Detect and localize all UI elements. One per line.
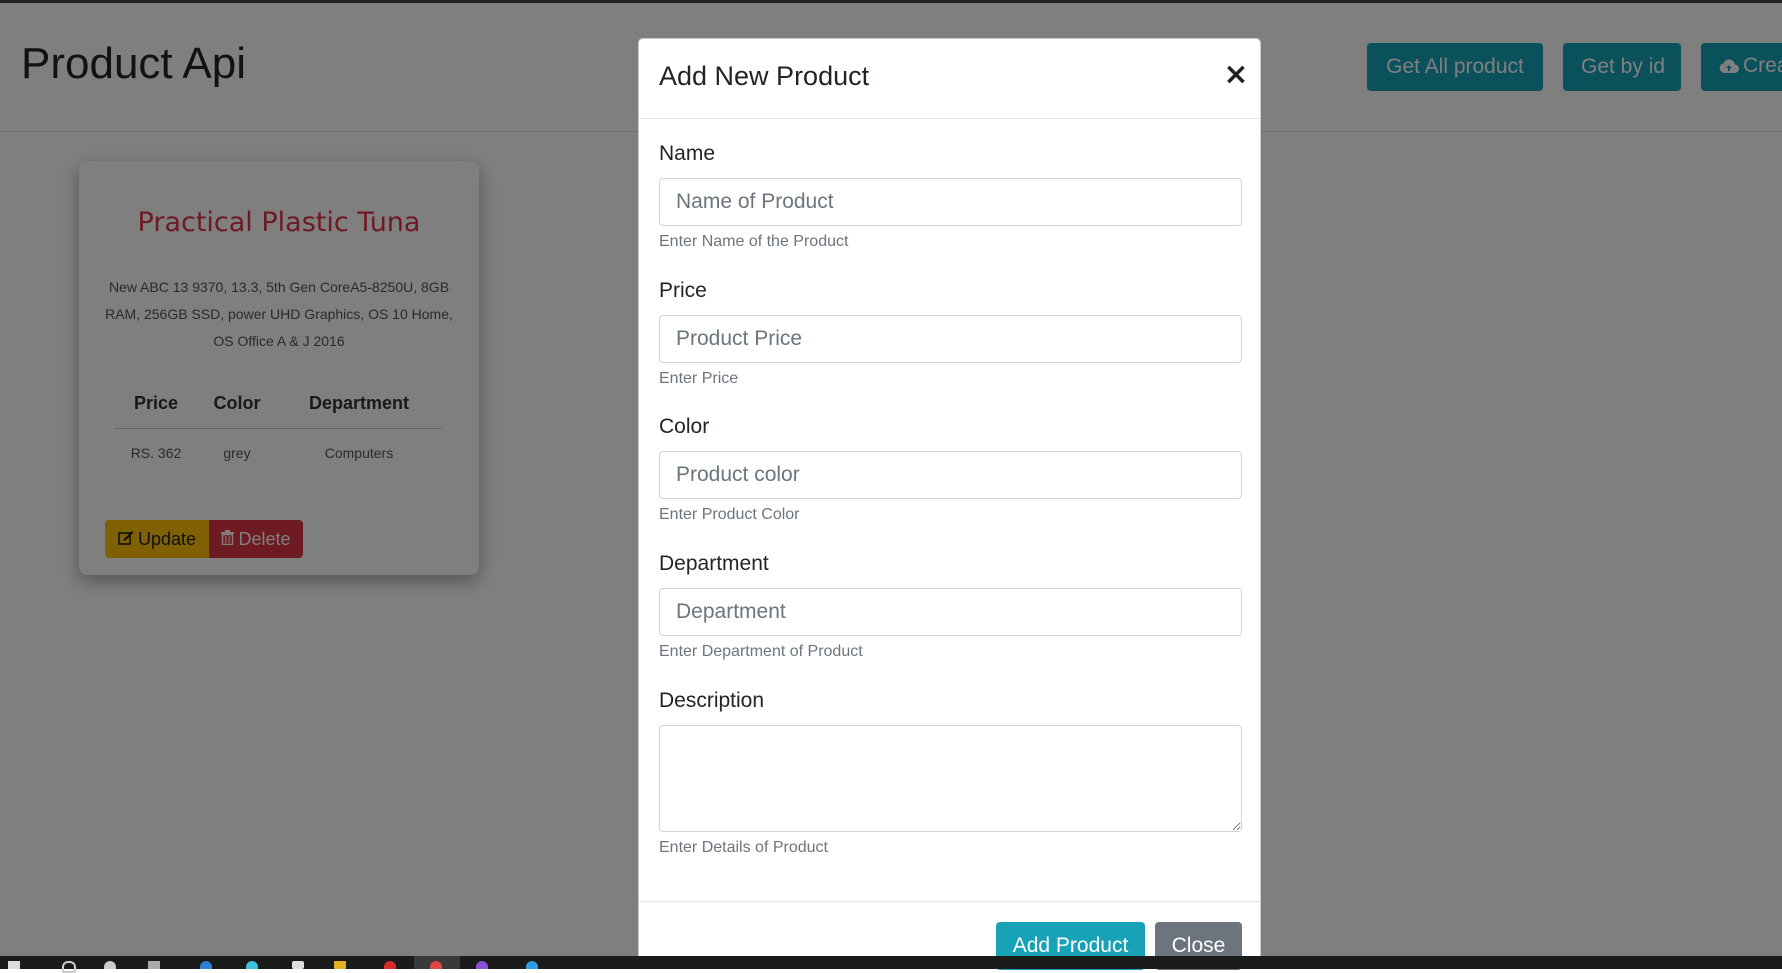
modal-title: Add New Product <box>659 61 870 91</box>
department-help: Enter Department of Product <box>659 643 863 660</box>
price-help: Enter Price <box>659 370 739 387</box>
color-label: Color <box>659 415 710 438</box>
chrome-icon[interactable] <box>430 961 442 969</box>
start-icon[interactable] <box>8 961 20 969</box>
window-top-border <box>0 0 1782 3</box>
store-icon[interactable] <box>292 961 304 969</box>
os-taskbar <box>0 956 1782 973</box>
color-input[interactable] <box>659 451 1242 499</box>
description-help: Enter Details of Product <box>659 839 828 856</box>
close-icon[interactable]: × <box>1219 55 1253 95</box>
modal-header: Add New Product × <box>639 39 1260 119</box>
price-input[interactable] <box>659 315 1242 363</box>
color-help: Enter Product Color <box>659 506 800 523</box>
description-label: Description <box>659 689 765 712</box>
media-app-icon[interactable] <box>384 961 396 969</box>
search-icon[interactable] <box>62 961 76 973</box>
vs-icon[interactable] <box>476 961 488 969</box>
name-label: Name <box>659 142 716 165</box>
name-help: Enter Name of the Product <box>659 233 849 250</box>
add-product-modal: Add New Product × Name Enter Name of the… <box>638 38 1261 970</box>
department-label: Department <box>659 552 769 575</box>
file-explorer-icon[interactable] <box>334 961 346 969</box>
task-view-icon[interactable] <box>148 961 160 969</box>
edge-icon[interactable] <box>200 961 212 969</box>
name-input[interactable] <box>659 178 1242 226</box>
price-label: Price <box>659 279 707 302</box>
cortana-icon[interactable] <box>104 961 116 969</box>
vscode-icon[interactable] <box>526 961 538 969</box>
department-input[interactable] <box>659 588 1242 636</box>
description-textarea[interactable] <box>659 725 1242 832</box>
chat-app-icon[interactable] <box>246 961 258 969</box>
